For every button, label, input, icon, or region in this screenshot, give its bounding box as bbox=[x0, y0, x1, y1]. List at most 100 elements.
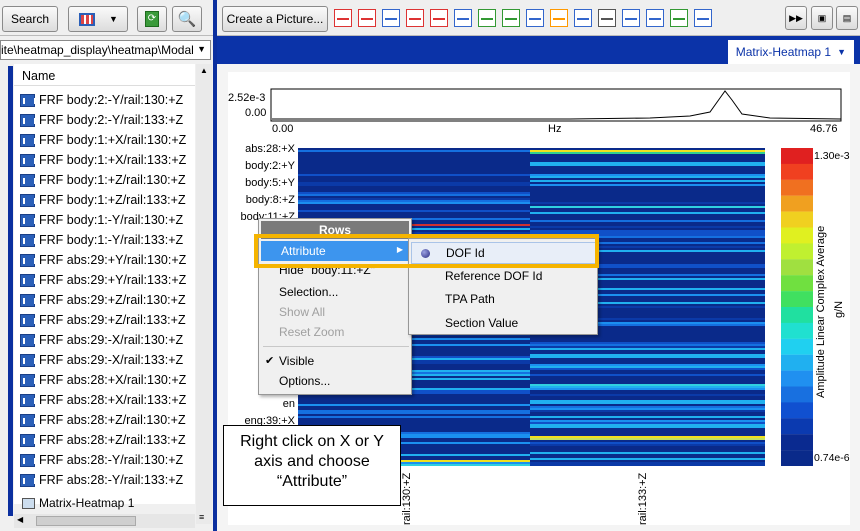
layout-button[interactable]: ▶▶ bbox=[785, 6, 807, 30]
tree-item[interactable]: FRF abs:29:+Z/rail:130:+Z bbox=[20, 290, 186, 310]
colorbar-step bbox=[781, 402, 813, 419]
colorbar-min: 0.74e-6 bbox=[814, 452, 850, 464]
display-tool-icon[interactable] bbox=[646, 9, 664, 27]
colorbar-step bbox=[781, 259, 813, 276]
checkmark-icon: ✔ bbox=[265, 355, 275, 367]
spectrum-y-min: 0.00 bbox=[245, 107, 267, 119]
column-header-name[interactable]: Name bbox=[14, 64, 195, 86]
display-tool-icon[interactable] bbox=[598, 9, 616, 27]
display-tool-icon[interactable] bbox=[358, 9, 376, 27]
tree-item[interactable]: FRF abs:28:+X/rail:130:+Z bbox=[20, 370, 186, 390]
display-tool-icon[interactable] bbox=[622, 9, 640, 27]
submenu-item-reference-dof-id[interactable]: Reference DOF Id bbox=[445, 269, 542, 283]
tree-item[interactable]: FRF abs:29:+Y/rail:133:+Z bbox=[20, 270, 186, 290]
frf-icon bbox=[20, 293, 36, 307]
path-dropdown[interactable]: ite\heatmap_display\heatmap\Modal ▼ bbox=[0, 40, 211, 60]
tree-item[interactable]: FRF abs:29:+Y/rail:130:+Z bbox=[20, 250, 186, 270]
submenu-item-tpa-path[interactable]: TPA Path bbox=[445, 292, 495, 306]
display-tool-icon[interactable] bbox=[382, 9, 400, 27]
tree-item-matrix-heatmap[interactable]: Matrix-Heatmap 1 bbox=[22, 496, 134, 510]
y-axis-label[interactable]: body:5:+Y bbox=[245, 177, 295, 189]
create-picture-button[interactable]: Create a Picture... bbox=[222, 6, 328, 32]
display-tool-icon[interactable] bbox=[526, 9, 544, 27]
tree-item-label: FRF abs:28:-Y/rail:133:+Z bbox=[39, 473, 184, 487]
frf-icon bbox=[20, 373, 36, 387]
tree-item[interactable]: FRF body:1:+X/rail:133:+Z bbox=[20, 150, 186, 170]
heatmap-cell bbox=[530, 442, 765, 444]
heatmap-cell bbox=[530, 200, 765, 202]
tab-matrix-heatmap[interactable]: Matrix-Heatmap 1 ▼ bbox=[727, 40, 854, 64]
frf-icon bbox=[20, 153, 36, 167]
tree-item-label: FRF body:1:-Y/rail:130:+Z bbox=[39, 213, 184, 227]
menu-item-selection[interactable]: Selection... bbox=[279, 285, 338, 299]
frf-icon bbox=[20, 453, 36, 467]
layout-button[interactable]: ▤ bbox=[836, 6, 858, 30]
heatmap-cell bbox=[530, 406, 765, 408]
tree-item-label: FRF abs:29:+Z/rail:130:+Z bbox=[39, 293, 186, 307]
search-button[interactable]: Search bbox=[2, 6, 58, 32]
view-dropdown-button[interactable]: ▼ bbox=[68, 6, 128, 32]
tree-item[interactable]: FRF body:1:+Z/rail:133:+Z bbox=[20, 190, 186, 210]
refresh-button[interactable]: ⟳ bbox=[137, 6, 167, 32]
tree-item-label: FRF abs:29:-X/rail:133:+Z bbox=[39, 353, 184, 367]
x-label-rail-130[interactable]: rail:130:+Z bbox=[401, 473, 413, 525]
display-tool-icon[interactable] bbox=[550, 9, 568, 27]
magnifier-icon: 🔍 bbox=[177, 11, 197, 28]
display-tool-icon[interactable] bbox=[574, 9, 592, 27]
display-tool-icon[interactable] bbox=[454, 9, 472, 27]
grid-icon bbox=[79, 12, 95, 26]
tree-item[interactable]: FRF abs:29:-X/rail:130:+Z bbox=[20, 330, 183, 350]
tree-item[interactable]: FRF body:2:-Y/rail:130:+Z bbox=[20, 90, 183, 110]
heatmap-cell bbox=[298, 410, 530, 412]
heatmap-cell bbox=[530, 230, 765, 232]
heatmap-cell bbox=[530, 462, 765, 464]
display-tool-icon[interactable] bbox=[334, 9, 352, 27]
menu-item-reset-zoom: Reset Zoom bbox=[279, 325, 345, 339]
menu-item-visible[interactable]: Visible bbox=[279, 354, 314, 368]
submenu-item-section-value[interactable]: Section Value bbox=[445, 316, 518, 330]
heatmap-cell bbox=[530, 402, 765, 404]
toolbar: Search ▼ ⟳ 🔍 Create a Picture... ▶▶ ▣ ▤ bbox=[0, 0, 860, 36]
tree-item[interactable]: FRF body:1:+X/rail:130:+Z bbox=[20, 130, 186, 150]
colorbar-step bbox=[781, 434, 813, 451]
y-axis-label[interactable]: abs:28:+X bbox=[245, 143, 295, 155]
display-tool-icon[interactable] bbox=[694, 9, 712, 27]
tree-item[interactable]: FRF abs:29:+Z/rail:133:+Z bbox=[20, 310, 186, 330]
tree-item-label: FRF body:1:-Y/rail:133:+Z bbox=[39, 233, 184, 247]
tree-item[interactable]: FRF abs:28:+Z/rail:133:+Z bbox=[20, 430, 186, 450]
layout-button[interactable]: ▣ bbox=[811, 6, 833, 30]
heatmap-cell bbox=[298, 198, 530, 200]
heatmap-cell bbox=[530, 416, 765, 418]
frf-icon bbox=[20, 253, 36, 267]
x-label-rail-133[interactable]: rail:133:+Z bbox=[637, 473, 649, 525]
tree-item[interactable]: FRF abs:29:-X/rail:133:+Z bbox=[20, 350, 183, 370]
horizontal-scrollbar[interactable]: ◀ bbox=[14, 514, 195, 528]
tree-item-label: FRF body:1:+Z/rail:130:+Z bbox=[39, 173, 186, 187]
navigator-pane: ite\heatmap_display\heatmap\Modal ▼ Name … bbox=[0, 36, 214, 531]
menu-item-options[interactable]: Options... bbox=[279, 374, 330, 388]
tree-item[interactable]: FRF body:2:-Y/rail:133:+Z bbox=[20, 110, 183, 130]
y-axis-label[interactable]: body:2:+Y bbox=[245, 160, 295, 172]
tree-item[interactable]: FRF body:1:+Z/rail:130:+Z bbox=[20, 170, 186, 190]
display-tool-icon[interactable] bbox=[478, 9, 496, 27]
tree-item[interactable]: FRF abs:28:+X/rail:133:+Z bbox=[20, 390, 186, 410]
search-run-button[interactable]: 🔍 bbox=[172, 6, 202, 32]
tree-item[interactable]: FRF abs:28:-Y/rail:130:+Z bbox=[20, 450, 183, 470]
tree-item[interactable]: FRF body:1:-Y/rail:130:+Z bbox=[20, 210, 183, 230]
tree-item[interactable]: FRF abs:28:+Z/rail:130:+Z bbox=[20, 410, 186, 430]
display-tool-icon[interactable] bbox=[670, 9, 688, 27]
tree-item[interactable]: FRF body:1:-Y/rail:133:+Z bbox=[20, 230, 183, 250]
display-tool-icon[interactable] bbox=[430, 9, 448, 27]
y-axis-label[interactable]: body:8:+Z bbox=[246, 194, 295, 206]
tree-item[interactable]: FRF abs:28:-Y/rail:133:+Z bbox=[20, 470, 183, 490]
display-tool-icon[interactable] bbox=[502, 9, 520, 27]
scrollbar[interactable]: ▲ ≡ bbox=[196, 64, 212, 524]
tree-item-label: Matrix-Heatmap 1 bbox=[39, 496, 135, 510]
heatmap-cell bbox=[530, 226, 765, 228]
spectrum-plot[interactable] bbox=[270, 88, 842, 122]
y-axis-label[interactable]: en bbox=[283, 398, 295, 410]
display-tool-icon[interactable] bbox=[406, 9, 424, 27]
heatmap-cell bbox=[530, 386, 765, 388]
heatmap-cell bbox=[530, 206, 765, 208]
heatmap-cell bbox=[298, 184, 530, 186]
